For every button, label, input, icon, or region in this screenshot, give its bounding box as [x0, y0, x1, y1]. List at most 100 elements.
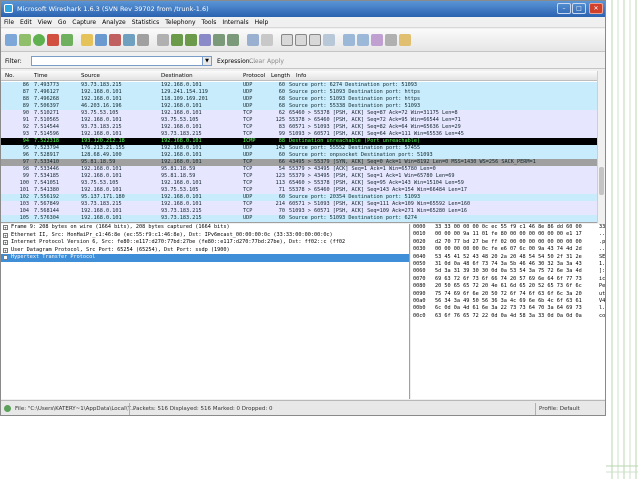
packet-row[interactable]: 97 7.533410 95.81.18.59 192.168.0.101 TCP 66 4… — [1, 159, 605, 166]
packet-row[interactable]: 87 7.496127 192.168.0.101 129.241.154.119 UD… — [1, 89, 605, 96]
detail-tree-item[interactable]: + Ethernet II, Src: HonHaiPr_c1:46:8e (ec… — [1, 232, 409, 240]
packet-proto: UDP — [243, 89, 253, 95]
close-file-icon[interactable] — [109, 34, 121, 46]
minimize-button[interactable]: – — [557, 3, 571, 14]
detail-tree-item[interactable]: + User Datagram Protocol, Src Port: 65254… — [1, 247, 409, 255]
packet-no: 93 — [22, 131, 29, 137]
menu-help[interactable]: Help — [252, 17, 272, 26]
packet-row[interactable]: 102 7.556192 95.137.171.180 192.168.0.101 UD… — [1, 194, 605, 201]
find-packet-icon[interactable] — [157, 34, 169, 46]
colorize-icon[interactable] — [247, 34, 259, 46]
capture-filters-icon[interactable] — [343, 34, 355, 46]
status-divider — [129, 403, 130, 415]
packet-row[interactable]: 92 7.514544 93.73.183.215 192.168.0.101 TCP 8… — [1, 124, 605, 131]
column-header-info[interactable]: Info — [296, 73, 306, 79]
packet-info: Source port: 6274 Destination port: 5109… — [289, 82, 418, 88]
zoom-in-icon[interactable] — [281, 34, 293, 46]
auto-scroll-icon[interactable] — [261, 34, 273, 46]
packet-src: 192.168.0.101 — [81, 187, 122, 193]
detail-tree-item[interactable]: + Frame 9: 208 bytes on wire (1664 bits),… — [1, 224, 409, 232]
go-to-packet-icon[interactable] — [199, 34, 211, 46]
packet-src: 192.168.0.101 — [81, 208, 122, 214]
column-header-length[interactable]: Length — [271, 73, 290, 79]
preferences-icon[interactable] — [385, 34, 397, 46]
packet-row[interactable]: 94 7.522318 193.120.212.18 192.168.0.101 ICM… — [1, 138, 605, 145]
column-header-source[interactable]: Source — [81, 73, 100, 79]
packet-list[interactable]: No. Time Source Destination Protocol Len… — [1, 71, 605, 223]
open-file-icon[interactable] — [81, 34, 93, 46]
zoom-out-icon[interactable] — [295, 34, 307, 46]
packet-row[interactable]: 103 7.567849 93.73.183.215 192.168.0.101 TCP… — [1, 201, 605, 208]
start-capture-icon[interactable] — [33, 34, 45, 46]
packet-row[interactable]: 101 7.541380 192.168.0.101 93.75.53.105 TCP 7… — [1, 187, 605, 194]
go-forward-icon[interactable] — [185, 34, 197, 46]
print-icon[interactable] — [137, 34, 149, 46]
menu-capture[interactable]: Capture — [69, 17, 99, 26]
column-header-protocol[interactable]: Protocol — [243, 73, 265, 79]
interfaces-icon[interactable] — [5, 34, 17, 46]
menu-statistics[interactable]: Statistics — [129, 17, 162, 26]
packet-row[interactable]: 98 7.533446 192.168.0.101 95.81.18.59 TCP 54 5… — [1, 166, 605, 173]
menu-internals[interactable]: Internals — [219, 17, 251, 26]
filter-input[interactable] — [31, 56, 203, 66]
status-profile[interactable]: Profile: Default — [539, 406, 580, 412]
apply-button[interactable]: Apply — [267, 58, 284, 65]
detail-tree-item[interactable]: + Hypertext Transfer Protocol — [1, 254, 409, 262]
packet-src: 93.75.53.105 — [81, 180, 119, 186]
go-last-icon[interactable] — [227, 34, 239, 46]
column-header-destination[interactable]: Destination — [161, 73, 193, 79]
display-filters-icon[interactable] — [357, 34, 369, 46]
packet-row[interactable]: 96 7.528917 128.68.49.100 192.168.0.101 UDP 6… — [1, 152, 605, 159]
packet-details-pane[interactable]: + Frame 9: 208 bytes on wire (1664 bits),… — [1, 224, 410, 399]
expand-icon[interactable]: + — [3, 225, 8, 230]
expand-icon[interactable]: + — [3, 255, 8, 260]
packet-row[interactable]: 99 7.534185 192.168.0.101 95.81.18.59 TCP 123… — [1, 173, 605, 180]
menu-go[interactable]: Go — [55, 17, 69, 26]
packet-time: 7.514596 — [34, 131, 59, 137]
stop-capture-icon[interactable] — [47, 34, 59, 46]
normal-size-icon[interactable] — [309, 34, 321, 46]
go-first-icon[interactable] — [213, 34, 225, 46]
save-file-icon[interactable] — [95, 34, 107, 46]
packet-row[interactable]: 104 7.568144 192.168.0.101 93.73.183.215 TCP… — [1, 208, 605, 215]
expert-info-icon[interactable] — [4, 405, 11, 412]
packet-row[interactable]: 100 7.541051 93.75.53.105 192.168.0.101 TCP 1… — [1, 180, 605, 187]
packet-row[interactable]: 90 7.510271 93.75.53.105 192.168.0.101 TCP 62… — [1, 110, 605, 117]
detail-tree-item[interactable]: + Internet Protocol Version 6, Src: fe80:… — [1, 239, 409, 247]
packet-row[interactable]: 86 7.493773 93.73.183.215 192.168.0.101 UDP 6… — [1, 82, 605, 89]
resize-columns-icon[interactable] — [323, 34, 335, 46]
menu-tools[interactable]: Tools — [199, 17, 220, 26]
packet-row[interactable]: 88 7.496268 192.168.0.101 118.109.169.201 UD… — [1, 96, 605, 103]
scrollbar-thumb[interactable] — [599, 167, 604, 195]
menu-telephony[interactable]: Telephony — [162, 17, 198, 26]
reload-icon[interactable] — [123, 34, 135, 46]
capture-options-icon[interactable] — [19, 34, 31, 46]
packet-bytes-pane[interactable]: 0000 33 33 00 00 00 0c ec 55 f9 c1 46 8e … — [411, 224, 605, 399]
packet-row[interactable]: 93 7.514596 192.168.0.101 93.73.183.215 TCP 9… — [1, 131, 605, 138]
help-icon[interactable] — [399, 34, 411, 46]
coloring-rules-icon[interactable] — [371, 34, 383, 46]
clear-button[interactable]: Clear — [249, 58, 265, 65]
packet-list-scrollbar[interactable] — [597, 71, 605, 223]
filter-dropdown-icon[interactable]: ▼ — [202, 56, 212, 66]
packet-row[interactable]: 105 7.576304 192.168.0.101 93.73.183.215 UDP… — [1, 215, 605, 222]
restart-capture-icon[interactable] — [61, 34, 73, 46]
go-back-icon[interactable] — [171, 34, 183, 46]
column-header-time[interactable]: Time — [34, 73, 47, 79]
packet-time: 7.534185 — [34, 173, 59, 179]
packet-no: 86 — [22, 82, 29, 88]
menu-view[interactable]: View — [35, 17, 55, 26]
packet-row[interactable]: 95 7.523794 176.213.21.155 192.168.0.101 UDP… — [1, 145, 605, 152]
column-header-no[interactable]: No. — [5, 73, 14, 79]
menu-file[interactable]: File — [1, 17, 17, 26]
packet-dst: 129.241.154.119 — [161, 89, 208, 95]
menu-edit[interactable]: Edit — [17, 17, 35, 26]
expand-icon[interactable]: + — [3, 240, 8, 245]
packet-row[interactable]: 89 7.506397 46.203.16.196 192.168.0.101 UDP 6… — [1, 103, 605, 110]
packet-row[interactable]: 91 7.510565 192.168.0.101 93.75.53.105 TCP 12… — [1, 117, 605, 124]
expand-icon[interactable]: + — [3, 247, 8, 253]
maximize-button[interactable]: □ — [572, 3, 586, 14]
menu-analyze[interactable]: Analyze — [99, 17, 129, 26]
close-button[interactable]: ✕ — [589, 3, 603, 14]
expand-icon[interactable]: + — [3, 232, 8, 238]
